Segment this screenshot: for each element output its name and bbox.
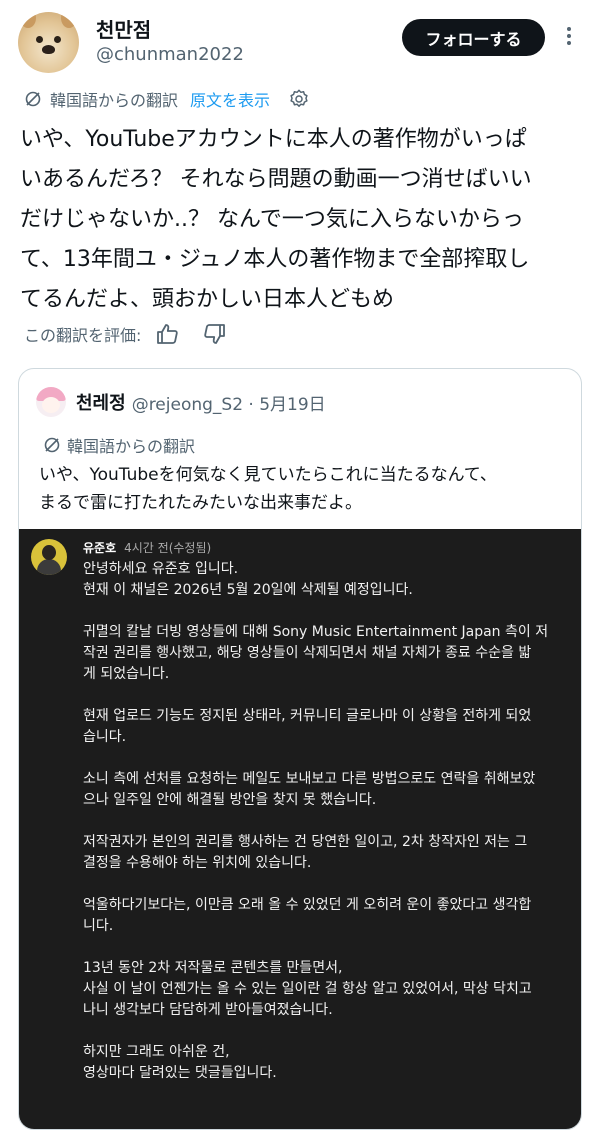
community-post-line: 작권 권리를 행사했고, 해당 영상들이 삭제되면서 채널 자체가 종료 수순을… xyxy=(83,645,532,661)
quoted-text-line: いや、YouTubeを何気なく見ていたらこれに当たるなんて、 xyxy=(39,465,497,485)
community-post-line: 13년 동안 2차 저작물로 콘텐츠를 만들면서, xyxy=(83,960,343,976)
community-post-line: 게 되었습니다. xyxy=(83,666,170,682)
community-post-line: 사실 이 날이 언젠가는 올 수 있는 일이란 걸 항상 알고 있었어서, 막상… xyxy=(83,981,532,997)
translate-icon xyxy=(25,91,41,107)
community-post-line xyxy=(83,748,577,769)
avatar-eye xyxy=(54,36,61,43)
community-post-line: 하지만 그래도 아쉬운 건, xyxy=(83,1044,230,1060)
avatar[interactable] xyxy=(18,12,79,73)
community-post-time: 4시간 전(수정됨) xyxy=(124,541,212,555)
quoted-text-line: まるで雷に打たれたみたいな出来事だよ。 xyxy=(39,493,362,513)
community-post-body: 안녕하세요 유준호 입니다. 현재 이 채널은 2026년 5월 20일에 삭제될… xyxy=(83,559,577,1084)
tweet-text-line: だけじゃないか..？ なんで一つ気に入らないからっ xyxy=(20,207,524,232)
rate-label: この翻訳を評価: xyxy=(24,326,142,345)
thumbs-up-icon[interactable] xyxy=(155,322,179,346)
quoted-tweet-text: いや、YouTubeを何気なく見ていたらこれに当たるなんて、 まるで雷に打たれた… xyxy=(39,461,569,517)
follow-button[interactable]: フォローする xyxy=(402,19,545,56)
community-post-line: 귀멸의 칼날 더빙 영상들에 대해 Sony Music Entertainme… xyxy=(83,624,549,640)
community-post-line xyxy=(83,601,577,622)
community-post-line xyxy=(83,685,577,706)
community-post-line: 결정을 수용해야 하는 위치에 있습니다. xyxy=(83,855,312,871)
community-post-line: 현재 업로드 기능도 정지된 상태라, 커뮤니티 글로나마 이 상황을 전하게 … xyxy=(83,708,532,724)
translation-label: 韓国語からの翻訳 xyxy=(50,91,179,110)
tweet-text-line: いあるんだろ？ それなら問題の動画一つ消せばいい xyxy=(20,167,532,192)
community-post-line xyxy=(83,811,577,832)
community-post-line: 안녕하세요 유준호 입니다. xyxy=(83,561,239,577)
community-post-line: 억울하다기보다는, 이만큼 오래 올 수 있었던 게 오히려 운이 좋았다고 생… xyxy=(83,897,532,913)
show-original-link[interactable]: 原文を表示 xyxy=(190,87,270,111)
tweet-text-line: て、13年間ユ・ジュノ本人の著作物まで全部搾取し xyxy=(20,247,530,272)
quoted-handle-date: @rejeong_S2 · 5月19日 xyxy=(131,394,326,415)
community-post-line: 소니 측에 선처를 요청하는 메일도 보내보고 다른 방법으로도 연락을 취해보… xyxy=(83,771,536,787)
channel-avatar xyxy=(31,539,67,575)
quoted-avatar[interactable] xyxy=(36,387,66,417)
tweet-text-line: てるんだよ、頭おかしい日本人どもめ xyxy=(20,287,395,312)
community-post-author: 유준호 xyxy=(83,541,117,555)
community-post-line: 현재 이 채널은 2026년 5월 20일에 삭제될 예정입니다. xyxy=(83,582,413,598)
community-post-line: 니다. xyxy=(83,918,114,934)
community-post-line: 으나 일주일 안에 해결될 방안을 찾지 못 했습니다. xyxy=(83,792,377,808)
quoted-display-name[interactable]: 천레정 xyxy=(76,389,126,415)
tweet-text-line: いや、YouTubeアカウントに本人の著作物がいっぱ xyxy=(20,127,527,152)
rate-translation: この翻訳を評価: xyxy=(24,319,227,349)
community-post-meta: 유준호 4시간 전(수정됨) xyxy=(83,539,211,556)
display-name[interactable]: 천만점 xyxy=(96,14,151,43)
quoted-translation-text: 韓国語からの翻訳 xyxy=(67,437,196,456)
avatar-ear xyxy=(20,12,36,28)
avatar-ear xyxy=(61,12,77,28)
avatar-nose xyxy=(42,45,55,54)
thumbs-down-icon[interactable] xyxy=(203,322,227,346)
attached-screenshot[interactable]: 유준호 4시간 전(수정됨) 안녕하세요 유준호 입니다. 현재 이 채널은 202… xyxy=(19,529,581,1129)
quoted-tweet[interactable]: 천레정 @rejeong_S2 · 5月19日 韓国語からの翻訳 いや、YouT… xyxy=(18,368,582,1130)
community-post-line: 습니다. xyxy=(83,729,127,745)
community-post-line xyxy=(83,937,577,958)
community-post-line xyxy=(83,1021,577,1042)
community-post-line: 영상마다 달려있는 댓글들입니다. xyxy=(83,1065,277,1081)
translate-icon xyxy=(44,437,60,453)
quoted-tweet-header: 천레정 @rejeong_S2 · 5月19日 xyxy=(36,387,326,417)
community-post-line: 저작권자가 본인의 권리를 행사하는 건 당연한 일이고, 2차 창작자인 저는… xyxy=(83,834,528,850)
user-handle[interactable]: @chunman2022 xyxy=(96,44,244,65)
quoted-translation-label: 韓国語からの翻訳 xyxy=(43,433,195,457)
translation-bar: 韓国語からの翻訳 原文を表示 xyxy=(24,86,310,112)
community-post-line: 나니 생각보다 담담하게 받아들여졌습니다. xyxy=(83,1002,333,1018)
community-post-line xyxy=(83,874,577,895)
more-options-icon[interactable] xyxy=(564,25,574,49)
gear-icon[interactable] xyxy=(288,88,310,110)
tweet-text: いや、YouTubeアカウントに本人の著作物がいっぱ いあるんだろ？ それなら問… xyxy=(20,120,585,320)
tweet-header: 천만점 @chunman2022 フォローする xyxy=(0,0,600,80)
avatar-eye xyxy=(36,36,43,43)
